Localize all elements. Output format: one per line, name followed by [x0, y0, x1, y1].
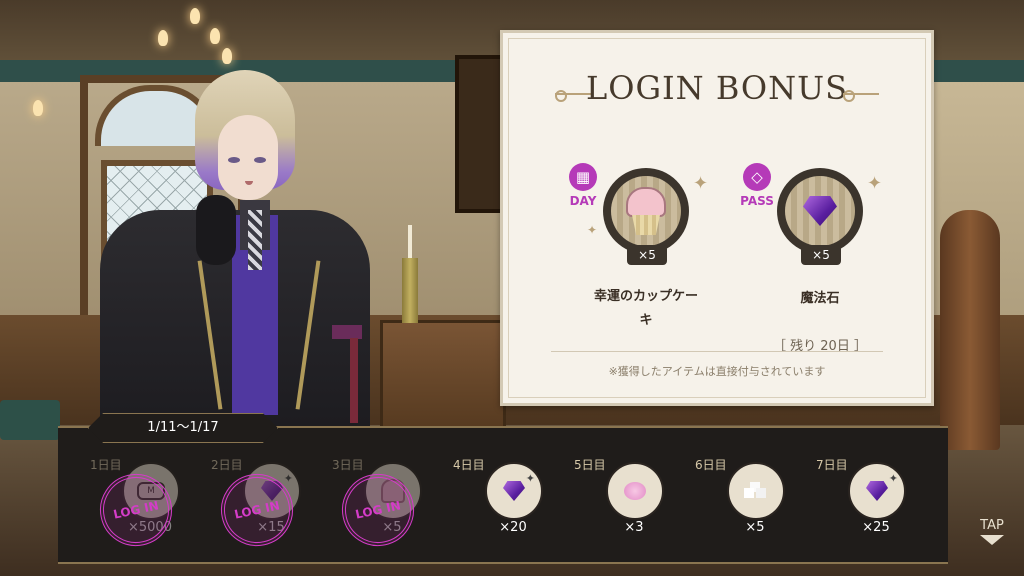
- tap-to-continue-button[interactable]: TAP: [974, 518, 1010, 545]
- login-bonus-title: LOGIN BONUS: [585, 69, 849, 107]
- pass-reward-name: 魔法石: [800, 291, 840, 306]
- day-4-label: 4日目: [453, 458, 485, 472]
- character-face: [218, 115, 278, 200]
- day-1-slot: 1日目 M ×5000 LOG IN: [60, 452, 180, 553]
- day-1-label: 1日目: [90, 458, 122, 472]
- chevron-down-icon: [980, 535, 1004, 545]
- character-gloved-hand: [196, 195, 236, 265]
- character-portrait: [100, 70, 380, 440]
- day-4-quantity: ×20: [499, 520, 527, 535]
- day-5-label: 5日目: [574, 458, 606, 472]
- day-reward-icon-frame: [603, 168, 689, 254]
- magic-stone-icon: [803, 196, 837, 226]
- diamond-icon: ◇: [743, 163, 771, 191]
- day-2-label: 2日目: [211, 458, 243, 472]
- day-7-label: 7日目: [816, 458, 848, 472]
- day-6-slot: 6日目 ×5: [665, 452, 785, 552]
- stair-newel-post: [940, 210, 1000, 450]
- pass-badge: ◇ PASS: [739, 163, 775, 208]
- sparkle-icon: ✦: [867, 173, 883, 194]
- chair: [0, 400, 60, 440]
- sparkle-icon: ✦: [587, 223, 598, 237]
- day-6-quantity: ×5: [745, 520, 765, 535]
- cupcake-icon: [626, 187, 666, 235]
- day-3-slot: 3日目 ×5 LOG IN: [302, 452, 422, 553]
- day-4-slot: 4日目 ✦ ×20: [423, 452, 543, 552]
- day-5-slot: 5日目 ×3: [544, 452, 664, 552]
- day-reward-name: 幸運のカップケー キ: [593, 289, 698, 328]
- day-7-quantity: ×25: [862, 520, 890, 535]
- sugar-cubes-icon: [727, 462, 785, 520]
- wall-sconce: [28, 100, 48, 150]
- day-2-slot: 2日目 ✦ ×15 LOG IN: [181, 452, 301, 553]
- pass-reward: ◇ PASS ×5 ✦ 魔法石 ［ 残り 20日 ］: [739, 163, 919, 363]
- card-note: ※獲得したアイテムは直接付与されています: [608, 365, 826, 378]
- day-badge-label: DAY: [569, 194, 597, 208]
- day-reward: ▦ DAY ×5 ✦ ✦ 幸運のカップケー キ: [565, 163, 745, 363]
- pink-flower-icon: [606, 462, 664, 520]
- login-bonus-card: LOGIN BONUS ▦ DAY ×5 ✦ ✦ 幸運のカップケー キ ◇ PA…: [500, 30, 934, 406]
- day-3-label: 3日目: [332, 458, 364, 472]
- tap-label: TAP: [980, 518, 1004, 533]
- sparkle-icon: ✦: [693, 173, 709, 194]
- cabinet: [380, 320, 506, 436]
- candlestick: [402, 258, 418, 323]
- calendar-icon: ▦: [569, 163, 597, 191]
- pass-reward-icon-frame: [777, 168, 863, 254]
- character-ribbon: [350, 338, 358, 423]
- character-tie: [248, 210, 262, 270]
- day-5-quantity: ×3: [624, 520, 644, 535]
- date-range-tab: 1/11～1/17: [88, 413, 278, 443]
- title-flourish-right: [843, 90, 879, 102]
- day-7-slot: 7日目 ✦ ×25: [786, 452, 906, 552]
- candle: [408, 225, 412, 260]
- day-badge: ▦ DAY: [565, 163, 601, 208]
- day-6-label: 6日目: [695, 458, 727, 472]
- magic-stone-icon: ✦: [485, 462, 543, 520]
- day-reward-quantity: ×5: [627, 245, 667, 265]
- card-divider: [551, 351, 883, 352]
- character-armband: [332, 325, 362, 339]
- pass-badge-label: PASS: [740, 194, 774, 208]
- magic-stone-icon: ✦: [848, 462, 906, 520]
- pass-reward-quantity: ×5: [801, 245, 841, 265]
